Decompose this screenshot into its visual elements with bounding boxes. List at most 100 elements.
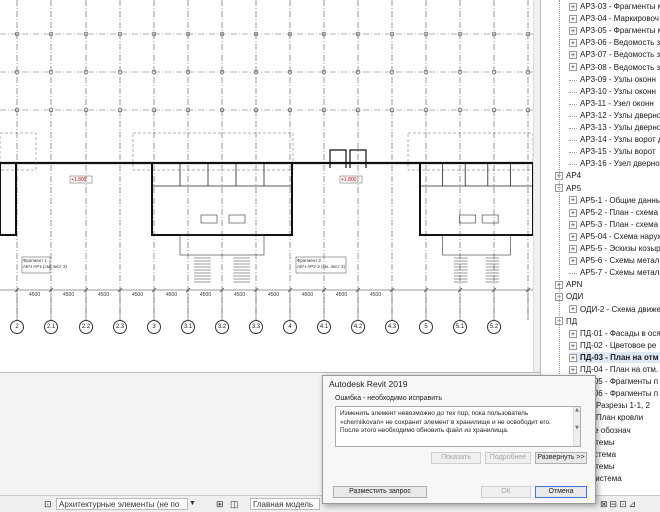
grid-bubble[interactable]: 5.1: [453, 320, 467, 334]
browser-item[interactable]: − АР5: [555, 183, 660, 194]
expand-icon[interactable]: +: [569, 341, 577, 350]
browser-item[interactable]: + АР3-03 - Фрагменты м: [569, 1, 660, 12]
browser-item[interactable]: + ПД-02 - Цветовое ре: [569, 340, 660, 351]
filter-icon[interactable]: ⊡: [44, 498, 54, 510]
expand-icon[interactable]: +: [569, 51, 577, 60]
browser-item-label: АР3-12 - Узлы дверно: [580, 110, 660, 120]
dimension-label: 4500: [302, 292, 314, 298]
browser-item[interactable]: + АР5-04 - Схема наруж: [569, 231, 660, 242]
expand-icon[interactable]: +: [569, 39, 577, 48]
drawing-canvas[interactable]: 2 2.1 2.2 2.3 3 3.1 3.2 3.3 4 4.1 4.2 4.3 5 5.1 5.2 450…: [0, 0, 540, 372]
expand-button[interactable]: Развернуть >>: [535, 452, 587, 464]
expand-icon[interactable]: +: [569, 2, 577, 11]
browser-item[interactable]: + АР4: [555, 170, 660, 181]
canvas-scrollbar[interactable]: [533, 0, 540, 372]
place-request-button[interactable]: Разместить запрос: [333, 486, 427, 498]
browser-item[interactable]: + АР3-04 - Маркировоч: [569, 13, 660, 24]
expand-icon[interactable]: +: [569, 232, 577, 241]
grid-bubble[interactable]: 2: [10, 320, 24, 334]
expand-icon[interactable]: +: [569, 365, 577, 374]
browser-item-label: АР3-03 - Фрагменты м: [580, 2, 660, 11]
browser-item[interactable]: + АР3-05 - Фрагменты м: [569, 25, 660, 36]
browser-item-label: АР5-04 - Схема наруж: [580, 231, 660, 241]
chevron-down-icon[interactable]: ▼: [189, 498, 199, 510]
browser-item[interactable]: − ОДИ: [555, 291, 660, 302]
browser-item[interactable]: АР3-10 - Узлы оконн: [569, 86, 660, 97]
browser-item[interactable]: + АР5-6 - Схемы метал: [569, 255, 660, 266]
dimension-label: 4500: [29, 292, 41, 298]
browser-item[interactable]: + ПД-03 - План на отм: [569, 351, 660, 363]
grid-bubble[interactable]: 3: [147, 320, 161, 334]
expand-icon[interactable]: +: [569, 196, 577, 205]
dimension-label: 4500: [370, 292, 382, 298]
browser-item[interactable]: + АР5-3 - План - схема: [569, 219, 660, 230]
expand-icon[interactable]: +: [569, 305, 577, 314]
expand-icon[interactable]: +: [569, 27, 577, 36]
browser-item[interactable]: − ПД: [555, 316, 660, 327]
level-mark: +1.800: [71, 177, 87, 183]
grid-bubble[interactable]: 4.3: [385, 320, 399, 334]
browser-item[interactable]: + АР5-1 - Общие данны: [569, 195, 660, 206]
browser-item[interactable]: АР3-11 - Узел оконн: [569, 98, 660, 109]
error-dialog[interactable]: Autodesk Revit 2019 Ошибка - необходимо …: [322, 375, 596, 504]
browser-item[interactable]: АР5-7 - Схемы метал: [569, 267, 660, 278]
grid-bubble[interactable]: 2.1: [44, 320, 58, 334]
ok-button[interactable]: ОК: [481, 486, 531, 498]
show-button[interactable]: Показать: [431, 452, 481, 464]
expand-icon[interactable]: +: [569, 353, 577, 362]
room-tag: [200, 214, 218, 224]
browser-item-label: АР5-6 - Схемы метал: [580, 256, 660, 266]
grid-bubble[interactable]: 5: [419, 320, 433, 334]
browser-item-label: ПД-01 - Фасады в ося: [580, 328, 660, 338]
dimension-label: 4500: [234, 292, 246, 298]
grid-bubble[interactable]: 4: [283, 320, 297, 334]
grid-bubble[interactable]: 2.2: [79, 320, 93, 334]
grid-bubble[interactable]: 3.3: [249, 320, 263, 334]
cancel-button[interactable]: Отмена: [535, 486, 587, 498]
grid-bubble[interactable]: 4.2: [351, 320, 365, 334]
browser-item-label: АР5-5 - Эскизы козыр: [580, 244, 660, 253]
browser-item[interactable]: АР3-12 - Узлы дверно: [569, 110, 660, 121]
grid-bubble[interactable]: 3.1: [181, 320, 195, 334]
workset-icon[interactable]: ◫: [230, 498, 240, 510]
grid-bubble[interactable]: 3.2: [215, 320, 229, 334]
expand-icon[interactable]: +: [569, 63, 577, 72]
fragment-label-line: АЕЧ АР1 (см. лист 3): [23, 264, 68, 269]
browser-item[interactable]: + АР3-08 - Ведомость за: [569, 62, 660, 73]
editable-only-icon[interactable]: ⊞: [216, 498, 226, 510]
expand-icon[interactable]: +: [569, 208, 577, 217]
leaf-connector-icon: [569, 148, 577, 154]
grid-bubble[interactable]: 2.3: [113, 320, 127, 334]
expand-icon[interactable]: +: [569, 244, 577, 253]
expand-icon[interactable]: +: [569, 14, 577, 23]
browser-item[interactable]: + АР5-5 - Эскизы козыр: [569, 243, 660, 254]
selection-filter-icons[interactable]: ⊠⊟⊡⊿: [600, 498, 660, 510]
door-opening: [329, 149, 367, 168]
browser-item[interactable]: АР3-16 - Узел дверно: [569, 158, 660, 169]
expand-icon[interactable]: +: [569, 220, 577, 229]
grid-bubble[interactable]: 5.2: [487, 320, 501, 334]
browser-item-label: ОДИ-2 - Схема движе: [580, 304, 660, 314]
browser-item-label: АР3-07 - Ведомость за: [580, 50, 660, 60]
browser-item[interactable]: АР3-15 - Узлы ворот: [569, 146, 660, 157]
workset-selector[interactable]: Архитектурные элементы (не по: [56, 498, 188, 510]
browser-item[interactable]: + АРN: [555, 279, 660, 290]
browser-item[interactable]: + ПД-04 - План на отм.: [569, 364, 660, 375]
browser-item[interactable]: + АР3-06 - Ведомость за: [569, 37, 660, 48]
grid-bubble[interactable]: 4.1: [317, 320, 331, 334]
apartment-wall: [419, 162, 534, 236]
browser-item[interactable]: + ОДИ-2 - Схема движе: [569, 304, 660, 315]
message-scrollbar[interactable]: ▲ ▼: [573, 407, 580, 446]
more-info-button[interactable]: Подробнее: [485, 452, 531, 464]
browser-item[interactable]: АР3-14 - Узлы ворот д: [569, 134, 660, 145]
browser-item[interactable]: + ПД-01 - Фасады в ося: [569, 328, 660, 339]
browser-item[interactable]: АР3-09 - Узлы оконн: [569, 74, 660, 85]
browser-item[interactable]: + АР5-2 - План - схема: [569, 207, 660, 218]
browser-item-label: АР3-14 - Узлы ворот д: [580, 135, 660, 145]
design-option-selector[interactable]: Главная модель: [250, 498, 320, 510]
browser-item[interactable]: + АР3-07 - Ведомость за: [569, 49, 660, 60]
expand-icon[interactable]: +: [569, 329, 577, 338]
expand-icon[interactable]: +: [569, 256, 577, 265]
room-tag: [481, 214, 499, 224]
browser-item[interactable]: АР3-13 - Узлы дверно: [569, 122, 660, 133]
